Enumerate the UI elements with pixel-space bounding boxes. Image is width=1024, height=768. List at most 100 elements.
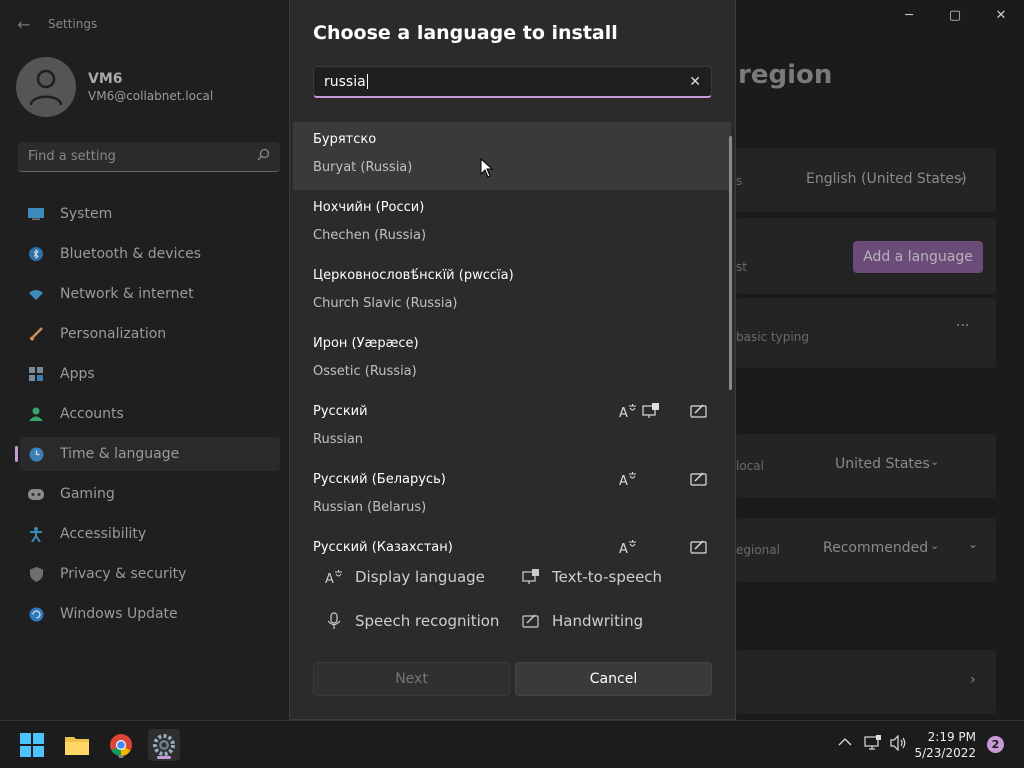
language-native-name: Нохчийн (Росси) <box>313 200 425 215</box>
clock-date: 5/23/2022 <box>914 746 976 760</box>
sidebar-item-time-language[interactable]: Time & language <box>20 437 280 471</box>
list-scrollbar[interactable] <box>729 136 732 390</box>
handwriting-icon <box>690 540 707 554</box>
update-icon <box>28 606 44 622</box>
file-explorer-icon[interactable] <box>61 729 93 761</box>
chevron-right-icon[interactable]: › <box>970 672 976 688</box>
language-english-name: Russian (Belarus) <box>313 500 427 515</box>
language-list: Бурятско Buryat (Russia) Нохчийн (Росси)… <box>293 122 733 554</box>
list-item-russian[interactable]: Русский Russian A <box>293 394 731 462</box>
app-title: Settings <box>48 17 98 31</box>
clock-time: 2:19 PM <box>927 730 976 744</box>
regional-format-value[interactable]: Recommended <box>823 540 928 556</box>
chevron-up-icon[interactable] <box>838 735 852 753</box>
cancel-button[interactable]: Cancel <box>515 662 712 696</box>
country-value[interactable]: United States <box>835 456 930 472</box>
svg-text:A: A <box>619 542 628 554</box>
clock[interactable]: 2:19 PM 5/23/2022 <box>912 729 976 761</box>
country-label-fragment: local <box>736 459 764 473</box>
choose-language-dialog: Choose a language to install russia ✕ Бу… <box>289 0 736 720</box>
text-to-speech-icon <box>642 403 659 418</box>
sidebar-item-gaming[interactable]: Gaming <box>20 477 280 511</box>
language-english-name: Chechen (Russia) <box>313 228 427 243</box>
basic-typing-fragment: basic typing <box>736 330 809 344</box>
display-language-icon: A <box>619 404 636 420</box>
expand-chevron-icon[interactable]: ⌄ <box>968 537 978 551</box>
page-title: region <box>738 60 833 90</box>
sidebar-item-privacy[interactable]: Privacy & security <box>20 557 280 591</box>
more-options-icon[interactable]: ··· <box>956 318 969 334</box>
shield-icon <box>28 566 44 582</box>
language-search-input[interactable]: russia ✕ <box>313 66 712 98</box>
user-profile[interactable]: VM6 VM6@collabnet.local <box>16 57 213 117</box>
chrome-icon[interactable] <box>105 729 137 761</box>
legend-label: Handwriting <box>552 612 644 630</box>
sidebar-item-label: Privacy & security <box>60 566 187 582</box>
sidebar-item-label: Time & language <box>60 446 180 462</box>
legend-label: Text-to-speech <box>552 568 663 586</box>
handwriting-icon <box>522 614 539 628</box>
preferred-languages-fragment: st <box>736 260 747 274</box>
sidebar-item-system[interactable]: System <box>20 197 280 231</box>
volume-icon[interactable] <box>890 734 908 755</box>
mouse-cursor-icon <box>480 158 494 178</box>
sidebar-item-personalization[interactable]: Personalization <box>20 317 280 351</box>
display-language-value[interactable]: English (United States) <box>806 171 967 187</box>
sidebar-item-label: Accessibility <box>60 526 147 542</box>
microphone-icon <box>327 612 341 629</box>
sidebar-item-accounts[interactable]: Accounts <box>20 397 280 431</box>
display-language-icon: A <box>325 570 342 586</box>
language-english-name: Buryat (Russia) <box>313 160 413 175</box>
list-item-ossetic[interactable]: Ирон (Уæрæсе) Ossetic (Russia) <box>293 326 731 394</box>
network-status-icon[interactable] <box>864 735 882 755</box>
handwriting-icon <box>690 404 707 418</box>
sidebar-item-label: System <box>60 206 113 222</box>
sidebar-item-windows-update[interactable]: Windows Update <box>20 597 280 631</box>
close-button[interactable]: ✕ <box>986 6 1016 26</box>
legend-label: Display language <box>355 568 485 586</box>
sidebar-item-label: Windows Update <box>60 606 178 622</box>
settings-icon[interactable] <box>148 729 180 761</box>
list-item-russian-belarus[interactable]: Русский (Беларусь) Russian (Belarus) A <box>293 462 731 530</box>
language-native-name: Бурятско <box>313 132 377 147</box>
sidebar-item-apps[interactable]: Apps <box>20 357 280 391</box>
clear-icon[interactable]: ✕ <box>689 74 701 90</box>
sidebar-item-network[interactable]: Network & internet <box>20 277 280 311</box>
find-setting-search[interactable]: Find a setting <box>18 142 280 172</box>
dialog-title: Choose a language to install <box>313 22 618 44</box>
windows-start-icon[interactable] <box>16 729 48 761</box>
list-item-church-slavic[interactable]: Церковнословѣ́нскїй (рwссїа) Church Slav… <box>293 258 731 326</box>
list-item-chechen[interactable]: Нохчийн (Росси) Chechen (Russia) <box>293 190 731 258</box>
brush-icon <box>28 326 44 342</box>
accessibility-icon <box>28 526 44 542</box>
back-arrow-icon[interactable]: ← <box>0 15 48 34</box>
sidebar-item-label: Bluetooth & devices <box>60 246 202 262</box>
sidebar-item-accessibility[interactable]: Accessibility <box>20 517 280 551</box>
navigation-pane: ← Settings VM6 VM6@collabnet.local Find … <box>0 0 290 720</box>
avatar <box>16 57 76 117</box>
list-item-buryat[interactable]: Бурятско Buryat (Russia) <box>293 122 731 190</box>
gaming-icon <box>28 486 44 502</box>
add-language-button[interactable]: Add a language <box>853 241 983 273</box>
sidebar-item-bluetooth[interactable]: Bluetooth & devices <box>20 237 280 271</box>
notification-badge[interactable]: 2 <box>987 736 1004 753</box>
next-button[interactable]: Next <box>313 662 510 696</box>
settings-card-related <box>736 650 996 714</box>
taskbar: 2:19 PM 5/23/2022 <box>0 720 1024 768</box>
selected-indicator <box>15 446 18 462</box>
language-search-value: russia <box>324 73 366 90</box>
chevron-down-icon: ⌄ <box>930 539 940 552</box>
regional-format-fragment: egional <box>736 543 780 557</box>
minimize-button[interactable]: ─ <box>894 6 924 26</box>
list-item-russian-kazakhstan[interactable]: Русский (Казахстан) A <box>293 530 731 554</box>
bluetooth-icon <box>28 246 44 262</box>
svg-text:A: A <box>325 572 334 586</box>
accounts-icon <box>28 406 44 422</box>
legend-speech-recognition: Speech recognition <box>325 612 499 630</box>
legend-label: Speech recognition <box>355 612 500 630</box>
language-native-name: Русский <box>313 404 368 419</box>
svg-text:A: A <box>619 474 628 488</box>
maximize-button[interactable]: ▢ <box>940 6 970 26</box>
find-setting-placeholder: Find a setting <box>28 149 116 164</box>
text-caret <box>366 74 368 89</box>
